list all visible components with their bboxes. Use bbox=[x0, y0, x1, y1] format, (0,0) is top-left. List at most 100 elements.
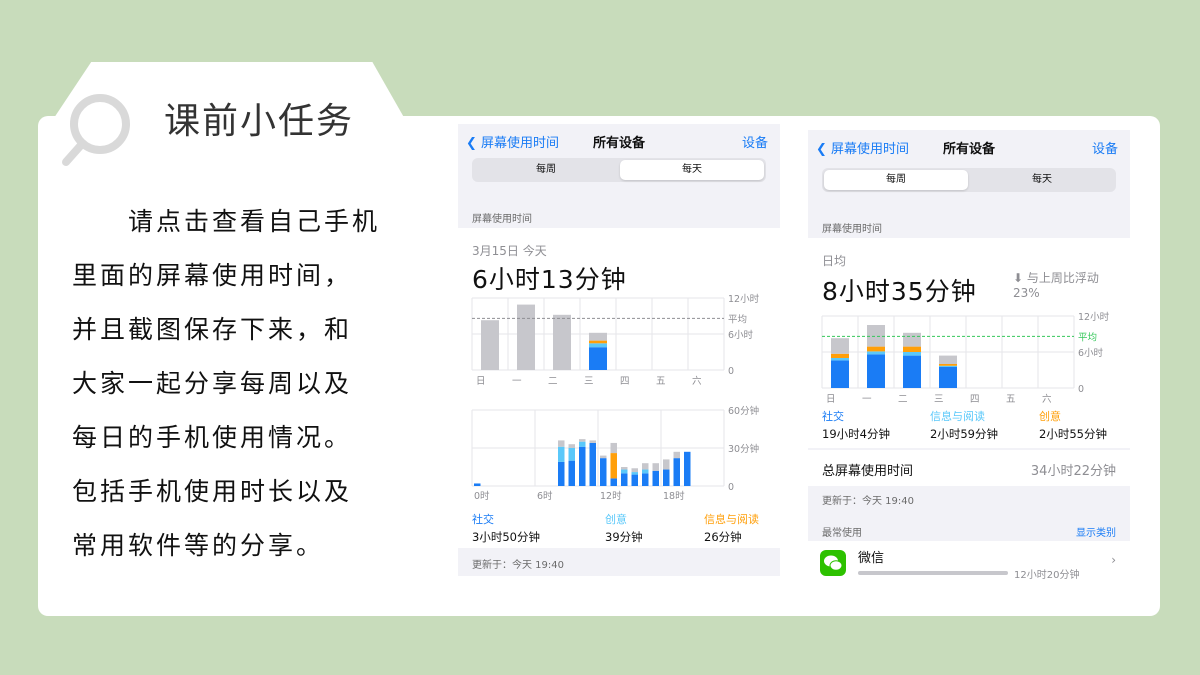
bar-segment bbox=[600, 458, 607, 486]
bar-segment bbox=[684, 451, 691, 486]
usage-panel: 日均 8小时35分钟 ⬇ 与上周比浮动 23% 12小时 6小时 0 日 一 二 三 四 五 六 平… bbox=[808, 238, 1130, 448]
x-tick-label: 日 bbox=[476, 376, 486, 387]
x-tick-label: 三 bbox=[934, 394, 944, 405]
bar-segment bbox=[600, 455, 607, 459]
bar-segment bbox=[589, 442, 596, 486]
daily-screenshot: ❮ 屏幕使用时间 所有设备 设备 每周 每天 屏幕使用时间 3月15日 今天 6… bbox=[458, 124, 780, 576]
bar-segment bbox=[568, 448, 575, 461]
text-line: 大家一起分享每周以及 bbox=[72, 369, 353, 398]
bar-segment bbox=[610, 453, 617, 479]
bar-segment bbox=[558, 440, 565, 447]
y-tick-label: 12小时 bbox=[728, 293, 760, 305]
devices-button[interactable]: 设备 bbox=[1092, 138, 1118, 157]
legend-value: 39分钟 bbox=[605, 530, 643, 544]
y-tick-label: 6小时 bbox=[1078, 347, 1104, 359]
bar-segment bbox=[663, 459, 670, 470]
average-label: 平均 bbox=[1078, 331, 1097, 343]
legend-value: 2小时59分钟 bbox=[930, 427, 998, 441]
bar-segment bbox=[652, 470, 659, 486]
updated-label: 更新于：今天 19:40 bbox=[822, 496, 914, 507]
hourly-chart: 60分钟 30分钟 0 0时 6时 12时 18时 bbox=[471, 405, 759, 502]
bar-segment bbox=[579, 439, 586, 442]
text-line: 并且截图保存下来，和 bbox=[72, 315, 353, 344]
y-tick-label: 60分钟 bbox=[728, 405, 759, 417]
x-tick-label: 6时 bbox=[537, 490, 553, 502]
legend-name: 信息与阅读 bbox=[704, 513, 759, 526]
bar-segment bbox=[939, 365, 957, 367]
bar-segment bbox=[610, 478, 617, 486]
bar-segment bbox=[558, 446, 565, 462]
x-tick-label: 日 bbox=[826, 394, 836, 405]
legend-social: 社交 19小时4分钟 bbox=[822, 408, 890, 442]
x-tick-label: 18时 bbox=[663, 490, 685, 502]
bar-segment bbox=[589, 332, 607, 341]
legend-reading: 信息与阅读 2小时59分钟 bbox=[930, 408, 998, 442]
x-tick-label: 六 bbox=[692, 375, 702, 387]
total-usage-row[interactable]: 总屏幕使用时间 34小时22分钟 bbox=[808, 450, 1130, 486]
section-label: 屏幕使用时间 bbox=[472, 214, 532, 225]
nav-bar: ❮ 屏幕使用时间 所有设备 设备 bbox=[458, 124, 780, 158]
bar-segment bbox=[589, 347, 607, 370]
bar-segment bbox=[621, 469, 628, 474]
app-row-wechat[interactable]: 微信 12小时20分钟 › bbox=[808, 541, 1130, 585]
legend-name: 信息与阅读 bbox=[930, 410, 985, 423]
change-value: 23% bbox=[1013, 286, 1040, 300]
slide-title: 课前小任务 bbox=[164, 101, 355, 142]
bar-segment bbox=[642, 463, 649, 470]
bar-segment bbox=[867, 325, 885, 347]
bar-segment bbox=[939, 367, 957, 388]
bar-segment bbox=[568, 460, 575, 486]
bar-segment bbox=[673, 458, 680, 486]
segment-daily[interactable]: 每天 bbox=[970, 170, 1114, 190]
legend-social: 社交 3小时50分钟 bbox=[472, 511, 540, 545]
bar-segment bbox=[939, 355, 957, 364]
bar-segment bbox=[903, 346, 921, 352]
y-tick-label: 0 bbox=[728, 366, 734, 377]
total-time: 6小时13分钟 bbox=[472, 265, 627, 294]
bar-segment bbox=[589, 340, 607, 344]
x-tick-label: 六 bbox=[1042, 393, 1052, 405]
average-label: 日均 bbox=[822, 254, 847, 268]
bar-segment bbox=[631, 472, 638, 475]
legend-name: 创意 bbox=[605, 513, 627, 526]
legend-name: 创意 bbox=[1039, 410, 1061, 423]
bar-segment bbox=[553, 314, 571, 370]
bar-segment bbox=[831, 360, 849, 388]
wechat-icon bbox=[820, 550, 846, 576]
segment-daily[interactable]: 每天 bbox=[619, 160, 764, 180]
task-description: 请点击查看自己手机 里面的屏幕使用时间， 并且截图保存下来，和 大家一起分享每周… bbox=[72, 195, 392, 573]
x-tick-label: 五 bbox=[656, 376, 666, 387]
bar-segment bbox=[621, 467, 628, 470]
bar-segment bbox=[589, 343, 607, 348]
y-tick-label: 0 bbox=[728, 482, 734, 493]
bar-segment bbox=[903, 352, 921, 356]
legend-creative: 创意 39分钟 bbox=[605, 511, 643, 545]
bar-segment bbox=[621, 473, 628, 486]
show-categories-link[interactable]: 显示类别 bbox=[1076, 524, 1116, 539]
x-tick-label: 五 bbox=[1006, 394, 1016, 405]
legend-value: 19小时4分钟 bbox=[822, 427, 890, 441]
legend-value: 2小时55分钟 bbox=[1039, 427, 1107, 441]
bar-segment bbox=[652, 463, 659, 471]
usage-panel: 3月15日 今天 6小时13分钟 12小时 6小时 0 日 一 二 三 四 五 六 平均 60分钟 3… bbox=[458, 228, 780, 548]
y-tick-label: 6小时 bbox=[728, 329, 754, 341]
bar-segment bbox=[642, 473, 649, 486]
x-tick-label: 二 bbox=[548, 376, 558, 387]
text-line: 里面的屏幕使用时间， bbox=[72, 261, 353, 290]
app-time: 12小时20分钟 bbox=[1014, 570, 1080, 581]
bar-segment bbox=[939, 364, 957, 366]
x-tick-label: 四 bbox=[970, 394, 980, 405]
bar-segment bbox=[631, 468, 638, 473]
arrow-down-circle-icon: ⬇ bbox=[1013, 271, 1024, 285]
text-line: 包括手机使用时长以及 bbox=[72, 477, 353, 506]
segment-weekly[interactable]: 每周 bbox=[474, 160, 618, 180]
bar-segment bbox=[903, 332, 921, 347]
bar-segment bbox=[558, 461, 565, 486]
legend-value: 3小时50分钟 bbox=[472, 530, 540, 544]
devices-button[interactable]: 设备 bbox=[742, 132, 768, 151]
bar-segment bbox=[831, 353, 849, 358]
bar-segment bbox=[610, 442, 617, 454]
weekday-chart: 12小时 6小时 0 日 一 二 三 四 五 六 平均 bbox=[821, 311, 1110, 405]
text-line: 每日的手机使用情况。 bbox=[72, 423, 353, 452]
segment-weekly[interactable]: 每周 bbox=[824, 170, 969, 190]
